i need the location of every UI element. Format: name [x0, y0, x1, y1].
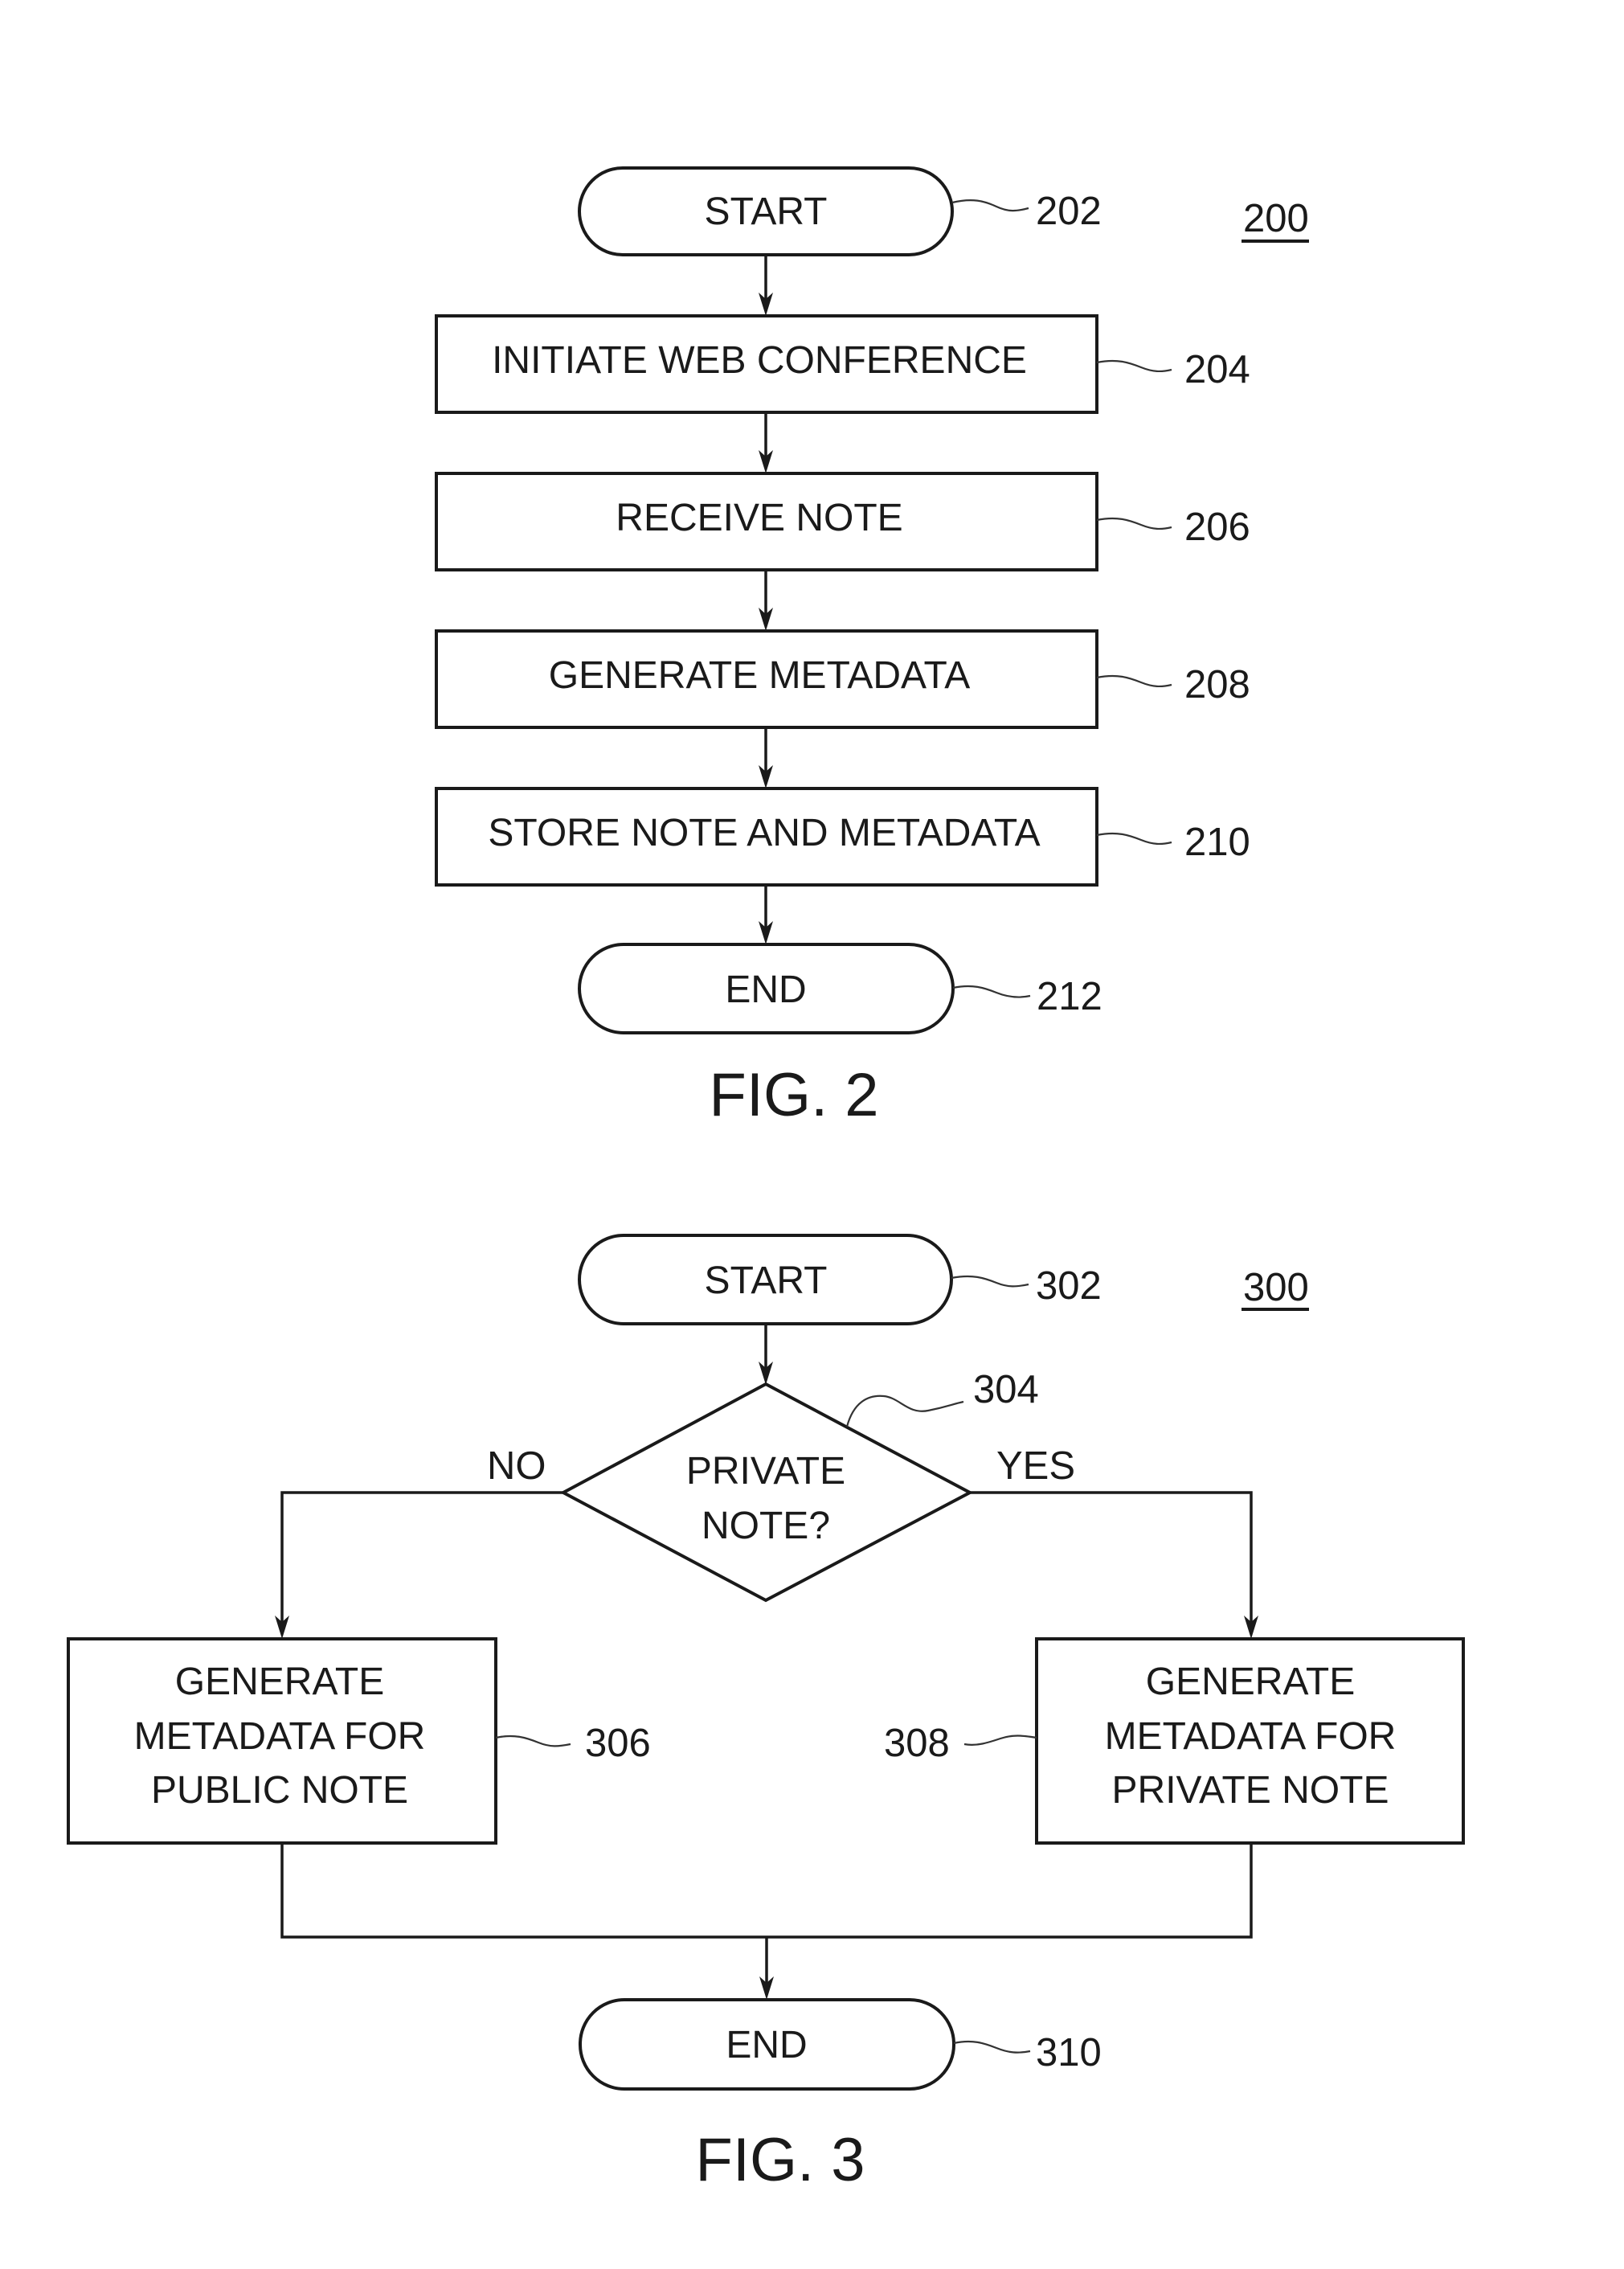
node-208-label: GENERATE METADATA: [549, 654, 970, 697]
figure-3-caption: FIG. 3: [695, 2126, 865, 2194]
figure-2-ref-text: 200: [1243, 197, 1309, 240]
figure-3-ref-text: 300: [1243, 1266, 1309, 1309]
figure-2-ref-number: 200: [1242, 197, 1309, 243]
ref-302: 302: [1036, 1264, 1102, 1308]
node-210-label: STORE NOTE AND METADATA: [488, 812, 1040, 854]
node-308-label-line-2: METADATA FOR: [1105, 1715, 1397, 1758]
node-306-label-line-2: METADATA FOR: [134, 1715, 426, 1758]
node-206-label: RECEIVE NOTE: [616, 497, 902, 539]
branch-no-label: NO: [487, 1444, 546, 1488]
branch-yes-label: YES: [996, 1444, 1075, 1488]
node-302-label: START: [705, 1259, 828, 1302]
ref-208: 208: [1184, 663, 1250, 707]
ref-310: 310: [1036, 2031, 1102, 2074]
node-212-label: END: [725, 969, 806, 1011]
ref-306: 306: [585, 1722, 651, 1765]
node-304-label-line-1: PRIVATE: [686, 1450, 845, 1493]
node-308-label-line-1: GENERATE: [1146, 1661, 1355, 1703]
node-202-label: START: [705, 190, 828, 233]
ref-308: 308: [884, 1722, 950, 1765]
ref-212: 212: [1037, 975, 1102, 1018]
patent-drawing-sheet: 200 START 202 INITIATE WEB CONFERENCE 20…: [0, 0, 1624, 2269]
ref-204: 204: [1184, 348, 1250, 391]
ref-206: 206: [1184, 506, 1250, 549]
figure-2-caption: FIG. 2: [709, 1061, 878, 1129]
node-306-label-line-1: GENERATE: [175, 1661, 384, 1703]
ref-304: 304: [973, 1368, 1039, 1411]
ref-210: 210: [1184, 821, 1250, 864]
figure-3-ref-number: 300: [1242, 1266, 1309, 1311]
node-304-label-line-2: NOTE?: [702, 1505, 830, 1547]
node-308-label-line-3: PRIVATE NOTE: [1112, 1769, 1389, 1812]
ref-202: 202: [1036, 190, 1102, 233]
node-306-label-line-3: PUBLIC NOTE: [151, 1769, 408, 1812]
node-310-label: END: [726, 2024, 807, 2066]
node-204-label: INITIATE WEB CONFERENCE: [492, 339, 1027, 382]
